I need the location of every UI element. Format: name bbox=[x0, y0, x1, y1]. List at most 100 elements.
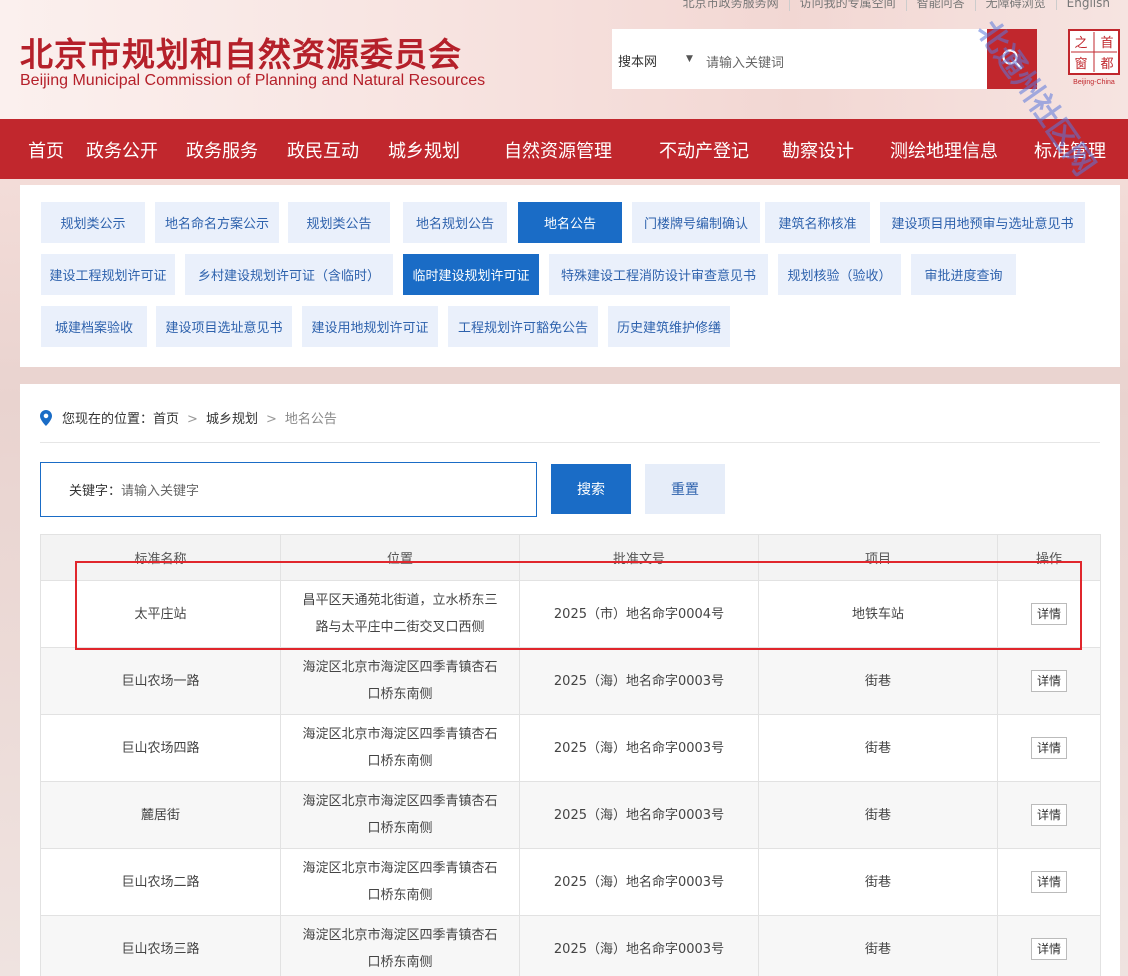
main-nav: 首页 政务公开 政务服务 政民互动 城乡规划 自然资源管理 不动产登记 勘察设计… bbox=[0, 119, 1128, 179]
category-tab-active[interactable]: 地名公告 bbox=[518, 202, 622, 243]
category-tab[interactable]: 乡村建设规划许可证（含临时） bbox=[185, 254, 393, 295]
category-tab[interactable]: 城建档案验收 bbox=[41, 306, 147, 347]
cell-action: 详情 bbox=[997, 848, 1101, 916]
nav-item-gov-affairs[interactable]: 政务公开 bbox=[86, 137, 158, 163]
site-title[interactable]: 北京市规划和自然资源委员会 bbox=[20, 28, 462, 76]
cell-location: 海淀区北京市海淀区四季青镇杏石口桥东南侧 bbox=[280, 848, 520, 916]
cell-action: 详情 bbox=[997, 915, 1101, 976]
keyword-input[interactable]: 请输入关键字 bbox=[121, 484, 199, 499]
divider bbox=[40, 442, 1100, 443]
search-submit-button[interactable]: 搜索 bbox=[551, 464, 631, 514]
breadcrumb-home[interactable]: 首页 bbox=[153, 412, 179, 427]
breadcrumb: 您现在的位置：首页 > 城乡规划 > 地名公告 bbox=[40, 408, 337, 427]
breadcrumb-current: 地名公告 bbox=[284, 412, 337, 427]
table-row: 巨山农场二路 海淀区北京市海淀区四季青镇杏石口桥东南侧 2025（海）地名命字0… bbox=[40, 848, 1101, 916]
category-tab[interactable]: 历史建筑维护修缮 bbox=[608, 306, 730, 347]
keyword-label: 关键字： bbox=[69, 484, 122, 499]
nav-item-urban-planning[interactable]: 城乡规划 bbox=[388, 137, 460, 163]
top-link-qa[interactable]: 智能问答 bbox=[905, 0, 975, 11]
keyword-field[interactable]: 关键字：请输入关键字 bbox=[40, 462, 537, 517]
cell-doc-number: 2025（海）地名命字0003号 bbox=[519, 781, 759, 849]
cell-name: 巨山农场四路 bbox=[40, 714, 281, 782]
breadcrumb-section[interactable]: 城乡规划 bbox=[206, 412, 258, 427]
cell-project: 街巷 bbox=[758, 647, 998, 715]
cell-name: 麓居街 bbox=[40, 781, 281, 849]
category-tab[interactable]: 门楼牌号编制确认 bbox=[632, 202, 760, 243]
cell-name: 巨山农场二路 bbox=[40, 848, 281, 916]
cell-doc-number: 2025（海）地名命字0003号 bbox=[519, 647, 759, 715]
reset-button[interactable]: 重置 bbox=[645, 464, 725, 514]
category-tab[interactable]: 审批进度查询 bbox=[911, 254, 1016, 295]
cell-name: 巨山农场一路 bbox=[40, 647, 281, 715]
search-icon bbox=[1002, 49, 1023, 70]
highlight-box bbox=[75, 561, 1082, 650]
cell-project: 街巷 bbox=[758, 915, 998, 976]
cell-project: 街巷 bbox=[758, 781, 998, 849]
category-tab[interactable]: 建设项目选址意见书 bbox=[156, 306, 292, 347]
category-tab[interactable]: 建筑名称核准 bbox=[765, 202, 870, 243]
main-content: 您现在的位置：首页 > 城乡规划 > 地名公告 关键字：请输入关键字 搜索 重置 标准名… bbox=[20, 384, 1120, 976]
location-pin-icon bbox=[40, 410, 52, 426]
category-tab[interactable]: 规划核验（验收） bbox=[778, 254, 901, 295]
cell-action: 详情 bbox=[997, 781, 1101, 849]
category-tab-active[interactable]: 临时建设规划许可证 bbox=[403, 254, 539, 295]
nav-item-survey-design[interactable]: 勘察设计 bbox=[782, 137, 854, 163]
logo-char: 都 bbox=[1100, 57, 1113, 72]
cell-action: 详情 bbox=[997, 714, 1101, 782]
capital-window-logo[interactable]: 之 首 窗 都 Beijing-China bbox=[1067, 28, 1121, 86]
category-tab[interactable]: 地名命名方案公示 bbox=[155, 202, 279, 243]
top-link-my-space[interactable]: 访问我的专属空间 bbox=[788, 0, 906, 11]
detail-button[interactable]: 详情 bbox=[1031, 803, 1067, 826]
cell-action: 详情 bbox=[997, 647, 1101, 715]
table-row: 巨山农场三路 海淀区北京市海淀区四季青镇杏石口桥东南侧 2025（海）地名命字0… bbox=[40, 915, 1101, 976]
nav-item-surveying-mapping[interactable]: 测绘地理信息 bbox=[890, 137, 998, 163]
cell-doc-number: 2025（海）地名命字0003号 bbox=[519, 714, 759, 782]
search-button[interactable] bbox=[987, 29, 1037, 89]
logo-char: 首 bbox=[1100, 36, 1113, 51]
logo-char: 之 bbox=[1074, 36, 1087, 51]
top-links: 北京市政务服务网 访问我的专属空间 智能问答 无障碍浏览 English bbox=[673, 0, 1120, 11]
site-subtitle: Beijing Municipal Commission of Planning… bbox=[20, 72, 486, 89]
nav-item-real-estate[interactable]: 不动产登记 bbox=[659, 137, 749, 163]
table-row: 巨山农场四路 海淀区北京市海淀区四季青镇杏石口桥东南侧 2025（海）地名命字0… bbox=[40, 714, 1101, 782]
cell-location: 海淀区北京市海淀区四季青镇杏石口桥东南侧 bbox=[280, 781, 520, 849]
cell-name: 巨山农场三路 bbox=[40, 915, 281, 976]
category-tab[interactable]: 规划类公告 bbox=[288, 202, 390, 243]
logo-caption: Beijing-China bbox=[1073, 79, 1115, 86]
nav-item-home[interactable]: 首页 bbox=[28, 137, 64, 163]
category-tab[interactable]: 建设项目用地预审与选址意见书 bbox=[880, 202, 1085, 243]
logo-char: 窗 bbox=[1074, 56, 1087, 72]
category-tab[interactable]: 建设用地规划许可证 bbox=[302, 306, 438, 347]
category-tab[interactable]: 规划类公示 bbox=[41, 202, 145, 243]
breadcrumb-prefix: 您现在的位置： bbox=[62, 412, 154, 427]
category-tab[interactable]: 地名规划公告 bbox=[403, 202, 507, 243]
nav-item-interaction[interactable]: 政民互动 bbox=[287, 137, 359, 163]
search-input[interactable]: 请输入关键词 bbox=[706, 52, 784, 71]
table-row: 巨山农场一路 海淀区北京市海淀区四季青镇杏石口桥东南侧 2025（海）地名命字0… bbox=[40, 647, 1101, 715]
nav-item-natural-resources[interactable]: 自然资源管理 bbox=[504, 137, 612, 163]
detail-button[interactable]: 详情 bbox=[1031, 669, 1067, 692]
detail-button[interactable]: 详情 bbox=[1031, 937, 1067, 960]
detail-button[interactable]: 详情 bbox=[1031, 736, 1067, 759]
category-tab[interactable]: 工程规划许可豁免公告 bbox=[448, 306, 598, 347]
detail-button[interactable]: 详情 bbox=[1031, 870, 1067, 893]
cell-project: 街巷 bbox=[758, 848, 998, 916]
site-search: 搜本网 ▼ 请输入关键词 bbox=[612, 29, 987, 89]
cell-location: 海淀区北京市海淀区四季青镇杏石口桥东南侧 bbox=[280, 647, 520, 715]
cell-doc-number: 2025（海）地名命字0003号 bbox=[519, 848, 759, 916]
search-scope-select[interactable]: 搜本网 bbox=[618, 51, 657, 70]
category-tab[interactable]: 特殊建设工程消防设计审查意见书 bbox=[549, 254, 768, 295]
caret-down-icon[interactable]: ▼ bbox=[686, 54, 693, 64]
nav-item-gov-services[interactable]: 政务服务 bbox=[186, 137, 258, 163]
top-link-accessibility[interactable]: 无障碍浏览 bbox=[974, 0, 1056, 11]
cell-location: 海淀区北京市海淀区四季青镇杏石口桥东南侧 bbox=[280, 714, 520, 782]
category-panel: 规划类公示 地名命名方案公示 规划类公告 地名规划公告 地名公告 门楼牌号编制确… bbox=[20, 185, 1120, 367]
cell-doc-number: 2025（海）地名命字0003号 bbox=[519, 915, 759, 976]
top-link-english[interactable]: English bbox=[1055, 0, 1120, 10]
category-tab[interactable]: 建设工程规划许可证 bbox=[41, 254, 175, 295]
top-link-gov-service[interactable]: 北京市政务服务网 bbox=[673, 0, 789, 11]
nav-item-standards[interactable]: 标准管理 bbox=[1034, 137, 1106, 163]
breadcrumb-separator: > bbox=[187, 412, 198, 427]
table-row: 麓居街 海淀区北京市海淀区四季青镇杏石口桥东南侧 2025（海）地名命字0003… bbox=[40, 781, 1101, 849]
cell-location: 海淀区北京市海淀区四季青镇杏石口桥东南侧 bbox=[280, 915, 520, 976]
